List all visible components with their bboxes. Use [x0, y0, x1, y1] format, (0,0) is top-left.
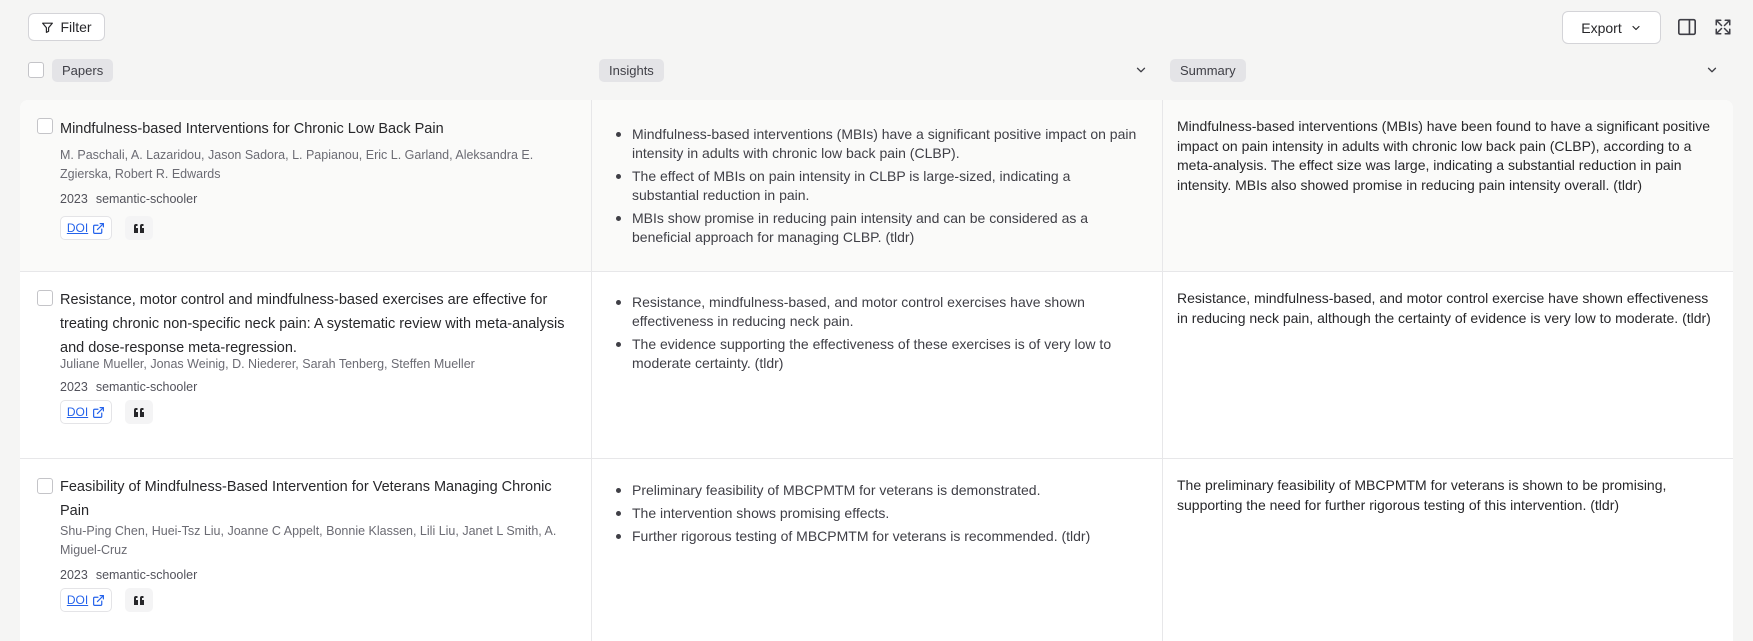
insight-item: Resistance, mindfulness-based, and motor…: [616, 293, 1140, 331]
external-link-icon: [93, 222, 105, 234]
export-label: Export: [1581, 19, 1622, 36]
paper-year: 2023: [60, 192, 88, 206]
cite-button[interactable]: [125, 216, 153, 240]
select-all-checkbox[interactable]: [28, 62, 44, 78]
paper-title[interactable]: Feasibility of Mindfulness-Based Interve…: [60, 475, 580, 523]
insights-list: Resistance, mindfulness-based, and motor…: [616, 293, 1140, 377]
quote-icon: [134, 407, 144, 417]
insights-cell: Resistance, mindfulness-based, and motor…: [591, 272, 1162, 458]
paper-source: semantic-schooler: [95, 568, 198, 582]
paper-year: 2023: [60, 568, 88, 582]
toolbar: Filter Export: [0, 0, 1753, 50]
insight-item: The evidence supporting the effectivenes…: [616, 335, 1140, 373]
paper-year: 2023: [60, 380, 88, 394]
cite-button[interactable]: [125, 588, 153, 612]
papers-cell: Mindfulness-based Interventions for Chro…: [20, 100, 591, 271]
quote-icon: [134, 595, 144, 605]
doi-link[interactable]: DOI: [60, 588, 112, 612]
external-link-icon: [93, 406, 105, 418]
chevron-down-icon: [1632, 25, 1640, 30]
sidebar-panel-icon: [1678, 18, 1696, 36]
doi-link[interactable]: DOI: [60, 216, 112, 240]
summary-text: Resistance, mindfulness-based, and motor…: [1177, 290, 1711, 326]
doi-label: DOI: [66, 221, 89, 235]
doi-label: DOI: [66, 593, 89, 607]
expand-icon: [1715, 19, 1731, 35]
paper-meta: 2023 semantic-schooler: [60, 380, 197, 394]
papers-cell: Resistance, motor control and mindfulnes…: [20, 272, 591, 458]
table-row: Resistance, motor control and mindfulnes…: [20, 272, 1733, 459]
insight-item: The intervention shows promising effects…: [616, 504, 1140, 523]
column-header-summary[interactable]: Summary: [1170, 59, 1246, 82]
paper-authors: M. Paschali, A. Lazaridou, Jason Sadora,…: [60, 148, 534, 181]
quote-icon: [134, 223, 144, 233]
export-button[interactable]: Export: [1562, 11, 1661, 44]
expand-button[interactable]: [1711, 15, 1735, 39]
summary-text: The preliminary feasibility of MBCPMTM f…: [1177, 477, 1667, 513]
papers-cell: Feasibility of Mindfulness-Based Interve…: [20, 459, 591, 641]
filter-icon: [42, 22, 54, 33]
paper-meta: 2023 semantic-schooler: [60, 568, 197, 582]
column-header-row: Papers Insights Summary: [0, 56, 1753, 84]
row-checkbox[interactable]: [37, 290, 53, 306]
chevron-down-icon[interactable]: [1134, 63, 1148, 77]
paper-authors: Juliane Mueller, Jonas Weinig, D. Nieder…: [60, 357, 475, 371]
column-header-papers[interactable]: Papers: [52, 59, 114, 82]
paper-title[interactable]: Mindfulness-based Interventions for Chro…: [60, 117, 580, 141]
row-checkbox[interactable]: [37, 118, 53, 134]
table-row: Feasibility of Mindfulness-Based Interve…: [20, 459, 1733, 641]
filter-label: Filter: [60, 19, 92, 35]
column-header-insights[interactable]: Insights: [599, 59, 664, 82]
toggle-panel-button[interactable]: [1675, 15, 1699, 39]
doi-label: DOI: [66, 405, 89, 419]
insights-cell: Mindfulness-based interventions (MBIs) h…: [591, 100, 1162, 271]
insights-list: Mindfulness-based interventions (MBIs) h…: [616, 125, 1140, 251]
summary-cell: The preliminary feasibility of MBCPMTM f…: [1162, 459, 1733, 641]
insights-list: Preliminary feasibility of MBCPMTM for v…: [616, 481, 1140, 550]
insights-cell: Preliminary feasibility of MBCPMTM for v…: [591, 459, 1162, 641]
cite-button[interactable]: [125, 400, 153, 424]
filter-button[interactable]: Filter: [28, 13, 105, 41]
doi-link[interactable]: DOI: [60, 400, 112, 424]
paper-source: semantic-schooler: [95, 192, 198, 206]
external-link-icon: [93, 594, 105, 606]
table-row: Mindfulness-based Interventions for Chro…: [20, 100, 1733, 272]
paper-title[interactable]: Resistance, motor control and mindfulnes…: [60, 288, 580, 360]
paper-authors: Shu-Ping Chen, Huei-Tsz Liu, Joanne C Ap…: [60, 524, 557, 557]
row-checkbox[interactable]: [37, 478, 53, 494]
insight-item: Preliminary feasibility of MBCPMTM for v…: [616, 481, 1140, 500]
paper-meta: 2023 semantic-schooler: [60, 192, 197, 206]
insight-item: Further rigorous testing of MBCPMTM for …: [616, 527, 1140, 546]
insight-item: MBIs show promise in reducing pain inten…: [616, 209, 1140, 247]
summary-cell: Resistance, mindfulness-based, and motor…: [1162, 272, 1733, 458]
chevron-down-icon[interactable]: [1705, 63, 1719, 77]
paper-source: semantic-schooler: [95, 380, 198, 394]
papers-table: Mindfulness-based Interventions for Chro…: [20, 100, 1733, 641]
summary-text: Mindfulness-based interventions (MBIs) h…: [1177, 118, 1711, 193]
insight-item: Mindfulness-based interventions (MBIs) h…: [616, 125, 1140, 163]
summary-cell: Mindfulness-based interventions (MBIs) h…: [1162, 100, 1733, 271]
insight-item: The effect of MBIs on pain intensity in …: [616, 167, 1140, 205]
